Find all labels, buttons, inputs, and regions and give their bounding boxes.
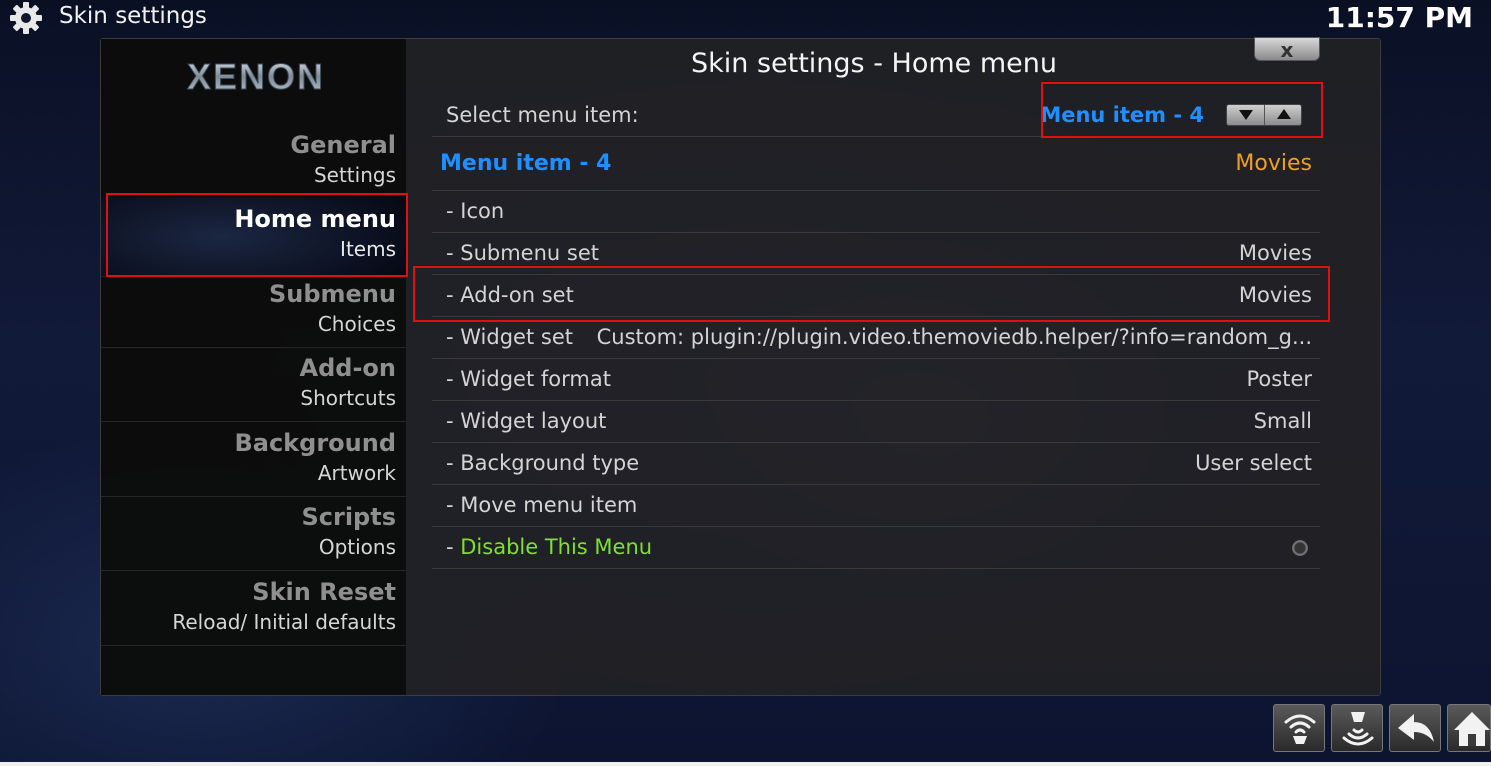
highlight-box-home-menu [106, 193, 408, 277]
setting-label: - Submenu set [446, 241, 599, 265]
setting-value: Poster [1246, 367, 1313, 391]
xenon-logo: XENON [186, 56, 325, 98]
clock: 11:57 PM [1325, 1, 1473, 34]
menu-item-title: Menu item - 4 [440, 151, 612, 176]
home-icon [1454, 712, 1490, 746]
sidebar-item-title: Add-on [299, 354, 396, 382]
sidebar-item-general[interactable]: General Settings [101, 125, 406, 199]
window-title: Skin settings [59, 3, 207, 29]
sidebar-item-title: Scripts [301, 503, 396, 531]
setting-row-widget-set[interactable]: - Widget set Custom: plugin://plugin.vid… [432, 317, 1320, 359]
sidebar-item-submenu[interactable]: Submenu Choices [101, 274, 406, 348]
sidebar-item-subtitle: Options [318, 535, 396, 559]
sidebar-item-skin-reset[interactable]: Skin Reset Reload/ Initial defaults [101, 572, 406, 646]
sidebar-item-subtitle: Reload/ Initial defaults [172, 610, 396, 634]
sidebar-item-title: Skin Reset [252, 578, 396, 606]
setting-row-background-type[interactable]: - Background type User select [432, 443, 1320, 485]
disable-menu-label: Disable This Menu [460, 535, 653, 559]
sidebar-item-title: General [290, 131, 396, 159]
menu-item-type: Movies [1235, 151, 1312, 176]
network-button[interactable] [1331, 704, 1383, 752]
menu-item-header[interactable]: Menu item - 4 Movies [432, 145, 1320, 191]
sidebar-item-scripts[interactable]: Scripts Options [101, 497, 406, 571]
sidebar-item-title: Background [234, 429, 396, 457]
setting-row-widget-format[interactable]: - Widget format Poster [432, 359, 1320, 401]
wifi-button[interactable] [1273, 704, 1325, 752]
back-icon [1398, 714, 1434, 742]
setting-label: - Widget format [446, 367, 611, 391]
sidebar-item-subtitle: Artwork [317, 461, 396, 485]
sidebar-item-subtitle: Settings [313, 163, 396, 187]
setting-value: Custom: plugin://plugin.video.themoviedb… [596, 325, 1312, 349]
wifi-icon [1284, 714, 1316, 744]
setting-label: - Move menu item [446, 493, 638, 517]
setting-label: - Widget layout [446, 409, 607, 433]
dialog-title: Skin settings - Home menu [690, 48, 1057, 79]
setting-value: Movies [1238, 241, 1312, 265]
setting-row-disable-menu[interactable]: - Disable This Menu [432, 527, 1320, 569]
setting-row-icon[interactable]: - Icon [432, 191, 1320, 233]
setting-value: Small [1253, 409, 1312, 433]
svg-text:XENON: XENON [187, 56, 325, 97]
back-button[interactable] [1389, 704, 1441, 752]
setting-label: - Disable This Menu [446, 535, 652, 559]
setting-value: User select [1195, 451, 1312, 475]
setting-label: - Background type [446, 451, 640, 475]
setting-label: - Widget set [446, 325, 573, 349]
highlight-box-menu-selector [1041, 82, 1323, 138]
sidebar-item-title: Submenu [268, 280, 396, 308]
sidebar: XENON General Settings Home menu Items S… [101, 39, 406, 695]
gear-icon[interactable] [8, 0, 44, 36]
selector-label: Select menu item: [446, 103, 639, 127]
network-icon [1342, 712, 1374, 746]
setting-row-widget-layout[interactable]: - Widget layout Small [432, 401, 1320, 443]
sidebar-item-subtitle: Shortcuts [300, 386, 396, 410]
setting-label: - Icon [446, 199, 505, 223]
highlight-box-add-on-set [413, 266, 1330, 322]
home-button[interactable] [1447, 704, 1491, 752]
setting-label-prefix: - [446, 535, 461, 559]
bottom-strip [0, 762, 1491, 766]
sidebar-item-add-on[interactable]: Add-on Shortcuts [101, 348, 406, 422]
disable-menu-toggle[interactable] [1292, 540, 1308, 556]
sidebar-item-subtitle: Choices [317, 312, 396, 336]
setting-row-move-menu-item[interactable]: - Move menu item [432, 485, 1320, 527]
sidebar-item-background[interactable]: Background Artwork [101, 423, 406, 497]
top-bar: Skin settings 11:57 PM [0, 0, 1491, 36]
